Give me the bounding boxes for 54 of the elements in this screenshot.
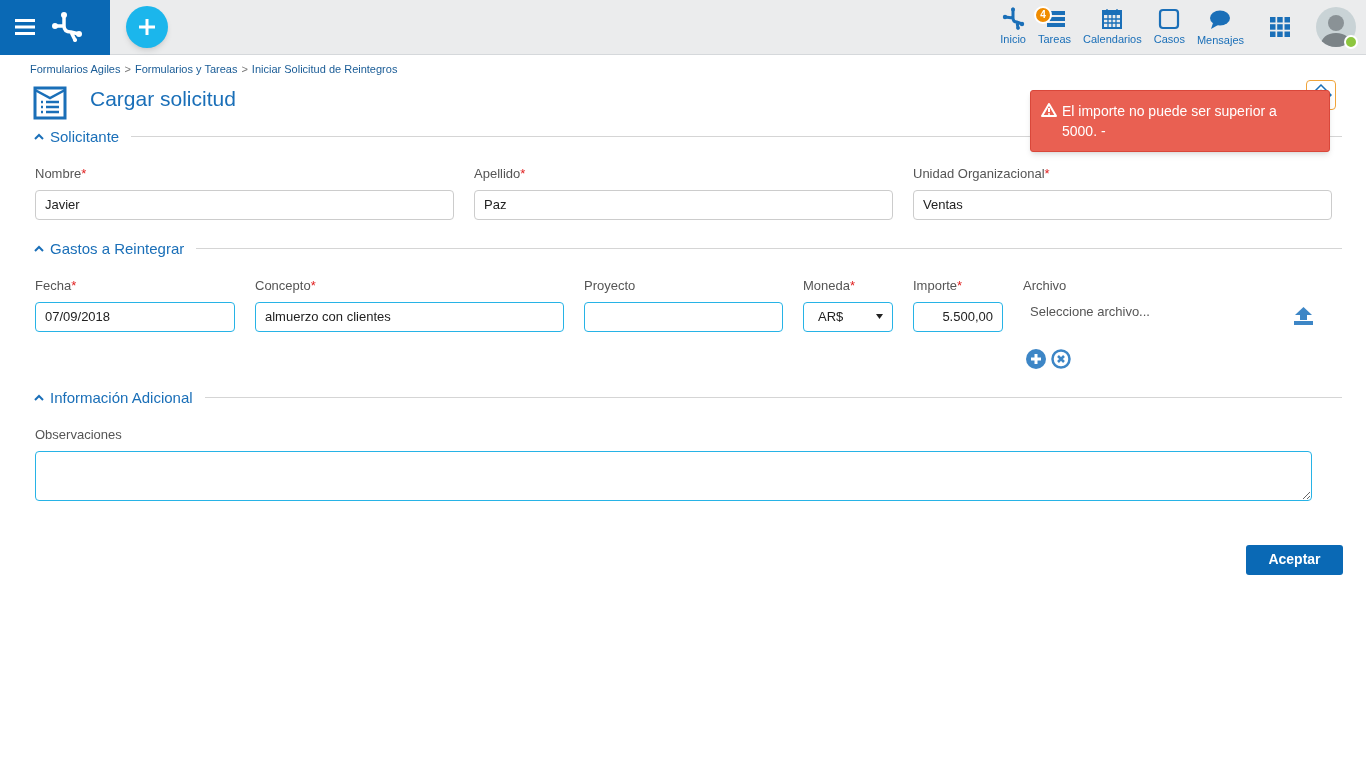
file-placeholder[interactable]: Seleccione archivo... (1023, 301, 1150, 321)
warning-icon (1041, 103, 1057, 117)
nav-item[interactable]: Calendarios (1077, 6, 1148, 47)
field-label: Archivo (1023, 277, 1068, 295)
menu-icon[interactable] (15, 19, 35, 35)
field-label: Observaciones (35, 426, 123, 444)
square-icon (1157, 6, 1182, 31)
user-avatar[interactable] (1316, 7, 1356, 47)
field-label: Moneda* (803, 277, 857, 295)
text-field[interactable]: Javier (35, 189, 454, 220)
remove-icon[interactable] (1051, 348, 1071, 369)
add-button[interactable] (126, 6, 168, 48)
breadcrumb-link[interactable]: Iniciar Solicitud de Reintegros (251, 61, 398, 78)
caret-up-icon[interactable] (34, 244, 44, 253)
field-label: Unidad Organizacional* (913, 165, 1051, 183)
field-label: Nombre* (35, 165, 88, 183)
section-title[interactable]: Solicitante (50, 125, 120, 148)
caret-up-icon[interactable] (34, 132, 44, 141)
error-message: El importe no puede ser superior a 5000. - (1062, 102, 1277, 141)
field-label: Proyecto (584, 277, 637, 295)
accept-button[interactable]: Aceptar (1246, 544, 1343, 575)
section-title[interactable]: Información Adicional (50, 386, 193, 409)
calendar-icon (1100, 6, 1125, 31)
nav-item[interactable]: Inicio (994, 6, 1032, 47)
currency-dropdown[interactable]: AR$ (803, 301, 893, 332)
text-field[interactable]: Paz (474, 189, 893, 220)
page-title: Cargar solicitud (90, 85, 236, 112)
upload-icon[interactable] (1294, 306, 1313, 325)
text-field[interactable]: 07/09/2018 (35, 301, 235, 332)
text-field[interactable]: Ventas (913, 189, 1332, 220)
dropdown-arrow-icon (876, 314, 883, 319)
add-icon[interactable] (1026, 348, 1046, 369)
nav-item[interactable]: Tareas 4 (1032, 6, 1078, 47)
section-title[interactable]: Gastos a Reintegrar (50, 237, 185, 260)
field-label: Concepto* (255, 277, 317, 295)
field-label: Fecha* (35, 277, 78, 295)
count-badge: 4 (1034, 5, 1052, 24)
apps-grid-icon[interactable] (1270, 17, 1290, 37)
nav-item[interactable]: Casos (1147, 6, 1191, 47)
breadcrumb-link[interactable]: Formularios y Tareas (134, 61, 238, 78)
breadcrumb-link[interactable]: Formularios Agiles (30, 61, 121, 78)
text-field[interactable]: almuerzo con clientes (255, 301, 564, 332)
text-field[interactable] (584, 301, 783, 332)
plus-icon (138, 18, 156, 36)
breadcrumb-separator: > (241, 62, 248, 77)
breadcrumb-separator: > (124, 62, 131, 77)
amount-field[interactable]: 5.500,00 (913, 301, 1003, 332)
form-icon (33, 85, 67, 120)
field-label: Importe* (913, 277, 964, 295)
field-label: Apellido* (474, 165, 527, 183)
caret-up-icon[interactable] (34, 393, 44, 402)
logo-icon[interactable] (51, 12, 83, 42)
text-area[interactable] (35, 450, 1312, 501)
nav-item[interactable]: Mensajes (1190, 7, 1250, 48)
